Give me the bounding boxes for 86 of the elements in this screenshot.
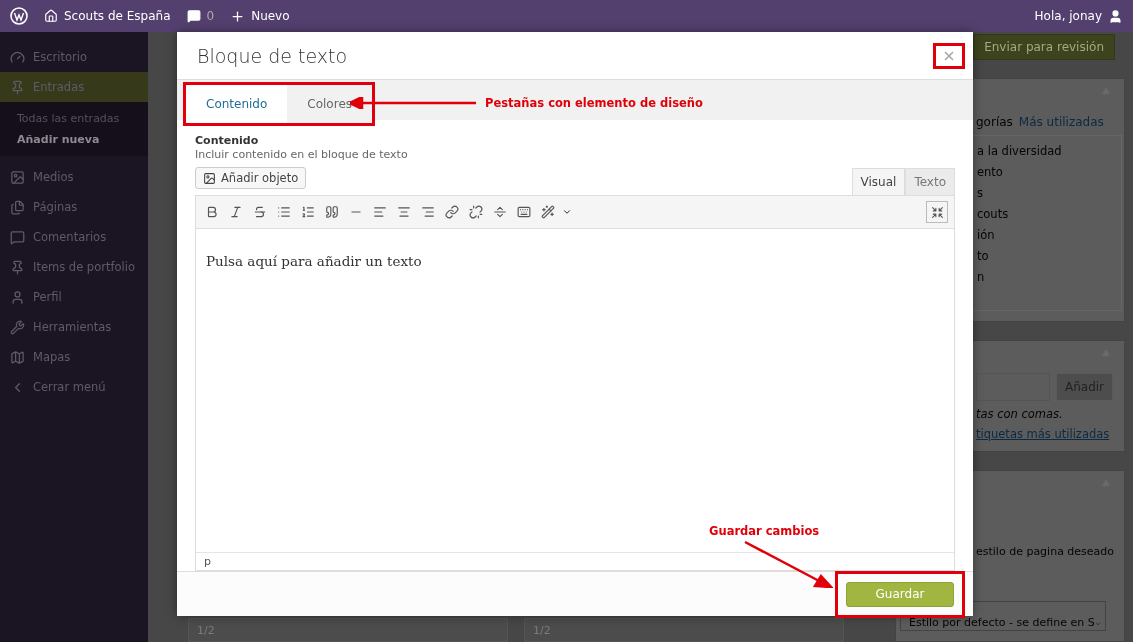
menu-label: Escritorio	[33, 50, 87, 64]
category-item: s	[977, 186, 983, 200]
menu-item[interactable]: Mapas	[0, 342, 148, 372]
media-icon	[203, 171, 216, 185]
logo-icon[interactable]	[10, 7, 28, 25]
map-icon	[10, 349, 25, 365]
menu-label: Herramientas	[33, 320, 112, 334]
field-hint: Incluir contenido en el bloque de texto	[195, 148, 409, 161]
menu-label: Perfil	[33, 290, 62, 304]
italic-icon	[229, 205, 243, 219]
plus-icon	[230, 8, 246, 24]
menu-item[interactable]: Cerrar menú	[0, 372, 148, 402]
new-label: Nuevo	[251, 9, 290, 23]
submenu-item[interactable]: Todas las entradas	[0, 108, 148, 129]
comments-link[interactable]: 0	[186, 9, 215, 23]
menu-label: Páginas	[33, 200, 78, 214]
menu-label: Comentarios	[33, 230, 107, 244]
more-icon	[493, 205, 507, 219]
comment-icon	[10, 229, 25, 245]
menu-item[interactable]: Escritorio	[0, 42, 148, 72]
comment-icon	[186, 9, 201, 23]
wand-icon	[541, 205, 555, 219]
home-icon	[44, 9, 58, 23]
pin-icon	[10, 79, 25, 95]
tab[interactable]: Contenido	[186, 85, 288, 123]
submenu-item[interactable]: Añadir nueva	[0, 129, 148, 150]
site-link[interactable]: Scouts de España	[44, 9, 171, 23]
annotation-label: Pestañas con elemento de diseño	[485, 96, 703, 110]
menu-label: Items de portfolio	[33, 260, 135, 274]
annotation-label: Guardar cambios	[709, 524, 820, 538]
dashboard-icon	[10, 49, 25, 65]
menu-item[interactable]: Perfil	[0, 282, 148, 312]
keyboard-icon	[517, 205, 531, 219]
fullscreen-button[interactable]	[926, 201, 948, 223]
strike-icon	[253, 205, 267, 219]
menu-item[interactable]: Items de portfolio	[0, 252, 148, 282]
menu-item[interactable]: Herramientas	[0, 312, 148, 342]
align-right-icon	[421, 205, 435, 219]
greeting: Hola, jonay	[1034, 9, 1102, 23]
menu-item[interactable]: Entradas	[0, 72, 148, 102]
menu-label: Medios	[33, 170, 74, 184]
dialog-title: Bloque de texto	[197, 44, 348, 67]
user-icon	[1108, 8, 1123, 24]
category-tab[interactable]: Más utilizadas	[1018, 115, 1104, 129]
menu-label: Cerrar menú	[33, 380, 106, 394]
bold-icon	[205, 205, 219, 219]
category-item: couts	[977, 207, 1009, 221]
menu-label: Mapas	[33, 350, 71, 364]
save-button[interactable]: Guardar	[846, 581, 954, 607]
category-item: n	[977, 270, 985, 284]
field-label: Contenido	[195, 134, 260, 147]
shrink-icon	[930, 205, 944, 219]
wrench-icon	[10, 319, 25, 335]
numbers-icon	[301, 205, 315, 219]
caret-icon	[562, 207, 572, 217]
align-center-icon	[397, 205, 411, 219]
category-tab[interactable]: gorías	[976, 115, 1013, 129]
new-link[interactable]: Nuevo	[230, 8, 290, 24]
user-icon	[10, 289, 25, 305]
submit-button[interactable]: Enviar para revisión	[973, 34, 1115, 60]
site-name: Scouts de España	[64, 9, 171, 23]
add-media-button[interactable]: Añadir objeto	[195, 167, 307, 189]
menu-item[interactable]: Medios	[0, 162, 148, 192]
editor-tab[interactable]: Texto	[905, 168, 955, 195]
tags-link[interactable]: tiquetas más utilizadas	[976, 427, 1122, 441]
account-link[interactable]: Hola, jonay	[1034, 8, 1123, 24]
pages-icon	[10, 199, 25, 215]
category-item: ión	[977, 228, 995, 242]
menu-item[interactable]: Comentarios	[0, 222, 148, 252]
comment-count: 0	[206, 9, 215, 23]
editor-tab[interactable]: Visual	[851, 168, 906, 195]
menu-label: Entradas	[33, 80, 85, 94]
pin-icon	[10, 259, 25, 275]
unlink-icon	[469, 205, 483, 219]
bullets-icon	[277, 205, 291, 219]
link-icon	[445, 205, 459, 219]
menu-item[interactable]: Páginas	[0, 192, 148, 222]
quote-icon	[325, 205, 339, 219]
media-icon	[10, 169, 25, 185]
category-item: a la diversidad	[977, 144, 1062, 158]
category-item: to	[977, 249, 989, 263]
tags-hint: tas con comas.	[976, 407, 1064, 421]
style-label: estilo de pagina deseado	[976, 545, 1116, 558]
align-left-icon	[373, 205, 387, 219]
category-item: ento	[977, 165, 1003, 179]
editor-text: Pulsa aquí para añadir un texto	[205, 252, 423, 269]
